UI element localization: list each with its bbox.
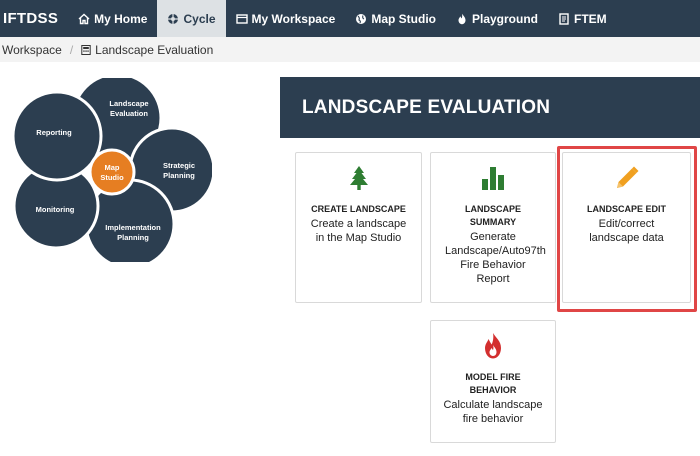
- workspace-icon: [235, 13, 248, 24]
- cycle-label-strategic: Strategic: [163, 161, 195, 170]
- cycle-center-label-studio: Studio: [100, 173, 124, 182]
- fire-icon: [458, 13, 466, 24]
- nav-my-home-label: My Home: [94, 11, 148, 26]
- landscape-summary-card[interactable]: LANDSCAPE SUMMARY Generate Landscape/Aut…: [430, 152, 556, 303]
- nav-my-workspace-label: My Workspace: [251, 11, 336, 26]
- calculator-icon: [81, 44, 91, 55]
- nav-cycle-label: Cycle: [183, 11, 216, 26]
- breadcrumb-workspace-link[interactable]: Workspace: [2, 43, 62, 57]
- fire-icon: [485, 333, 501, 359]
- landscape-edit-desc: Edit/correct landscape data: [589, 218, 664, 244]
- nav-cycle[interactable]: Cycle: [157, 0, 226, 37]
- landscape-summary-desc: Generate Landscape/Auto97th Fire Behavio…: [445, 231, 546, 285]
- cycle-icon: [168, 13, 179, 24]
- bar-chart-icon: [482, 167, 504, 190]
- cycle-label-landscape: Landscape: [109, 99, 148, 108]
- page-title-banner: LANDSCAPE EVALUATION: [280, 77, 700, 138]
- cycle-segment-implementation-planning[interactable]: [84, 178, 176, 262]
- pencil-icon: [616, 166, 638, 188]
- tree-icon: [349, 166, 368, 190]
- create-landscape-card[interactable]: CREATE LANDSCAPE Create a landscape in t…: [295, 152, 422, 303]
- model-fire-behavior-desc: Calculate landscape fire behavior: [443, 399, 543, 425]
- nav-my-home[interactable]: My Home: [68, 0, 157, 37]
- top-nav: IFTDSS My Home Cycle My Workspace Map St…: [0, 0, 700, 37]
- cycle-label-monitoring: Monitoring: [36, 205, 75, 214]
- nav-playground-label: Playground: [472, 11, 539, 26]
- cycle-label-evaluation: Evaluation: [110, 109, 148, 118]
- model-fire-behavior-title: MODEL FIRE BEHAVIOR: [465, 372, 521, 395]
- landscape-summary-title: LANDSCAPE SUMMARY: [464, 204, 521, 227]
- breadcrumb-separator: /: [69, 42, 74, 57]
- home-icon: [78, 13, 90, 24]
- create-landscape-title: CREATE LANDSCAPE: [311, 204, 406, 214]
- model-fire-behavior-card[interactable]: MODEL FIRE BEHAVIOR Calculate landscape …: [430, 320, 556, 443]
- cycle-center-label-map: Map: [105, 163, 120, 172]
- nav-map-studio-label: Map Studio: [371, 11, 436, 26]
- nav-playground[interactable]: Playground: [446, 0, 548, 37]
- breadcrumb: Workspace / Landscape Evaluation: [0, 37, 700, 62]
- cycle-label-reporting: Reporting: [36, 128, 72, 137]
- cycle-center-map-studio[interactable]: [88, 148, 136, 196]
- globe-icon: [356, 13, 367, 24]
- nav-map-studio[interactable]: Map Studio: [345, 0, 446, 37]
- page-title: LANDSCAPE EVALUATION: [302, 96, 551, 118]
- landscape-edit-title: LANDSCAPE EDIT: [586, 204, 666, 214]
- nav-ftem[interactable]: FTEM: [548, 0, 617, 37]
- landscape-edit-card[interactable]: LANDSCAPE EDIT Edit/correct landscape da…: [562, 152, 691, 303]
- brand-logo[interactable]: IFTDSS: [0, 0, 68, 37]
- cycle-label-planning-1: Planning: [163, 171, 195, 180]
- create-landscape-desc: Create a landscape in the Map Studio: [310, 218, 407, 244]
- planning-cycle-diagram: Landscape Evaluation Strategic Planning …: [12, 78, 212, 262]
- nav-my-workspace[interactable]: My Workspace: [226, 0, 346, 37]
- nav-ftem-label: FTEM: [574, 11, 607, 26]
- document-icon: [559, 12, 569, 25]
- breadcrumb-current: Landscape Evaluation: [95, 42, 214, 57]
- cycle-label-planning-2: Planning: [117, 233, 149, 242]
- cycle-label-implementation: Implementation: [105, 223, 161, 232]
